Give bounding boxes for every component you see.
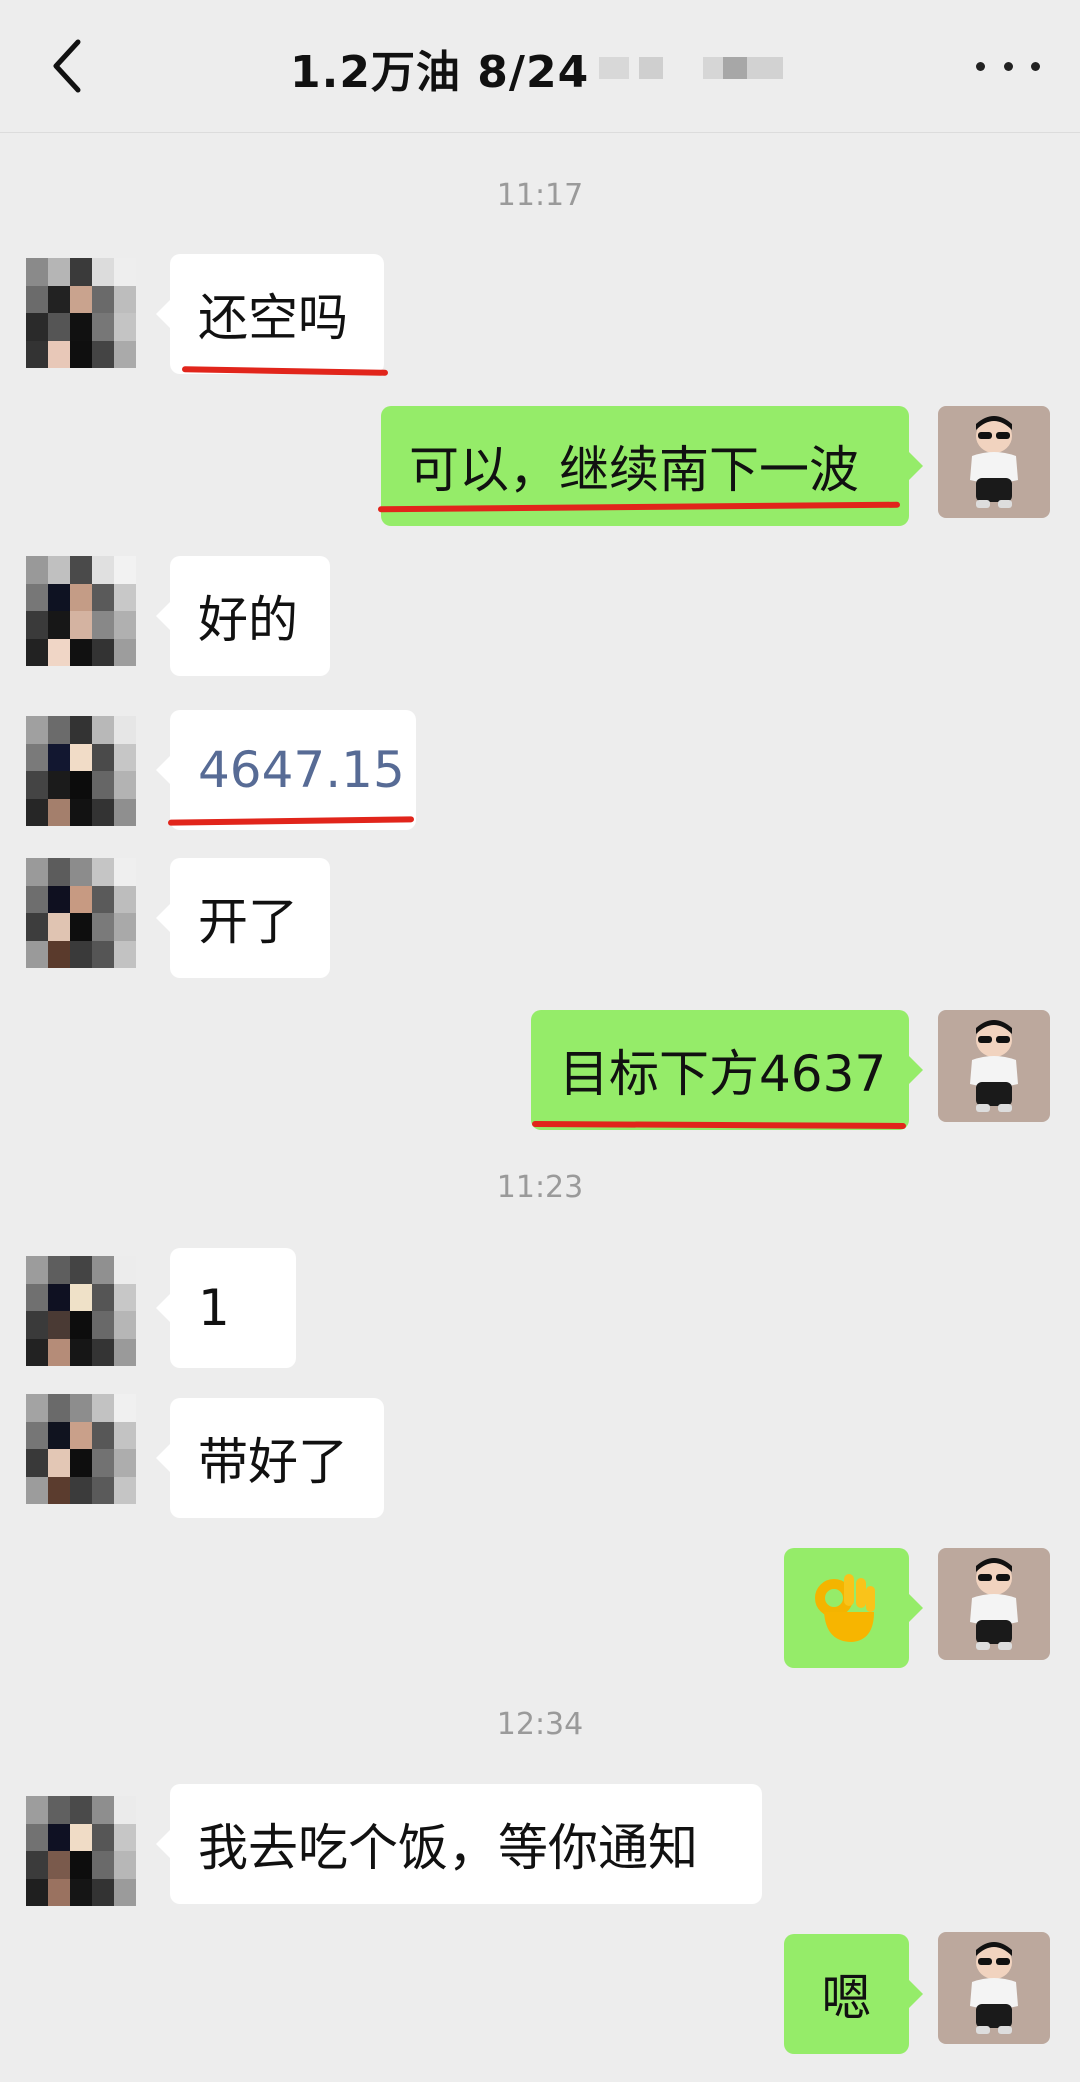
received-message-number[interactable]: 4647.15 bbox=[156, 710, 416, 830]
timestamp: 11:23 bbox=[496, 1170, 584, 1205]
back-button[interactable] bbox=[40, 36, 100, 96]
sent-message-emoji[interactable] bbox=[784, 1548, 923, 1668]
more-button[interactable] bbox=[976, 44, 1040, 88]
ellipsis-icon bbox=[976, 61, 985, 71]
contact-avatar[interactable] bbox=[26, 258, 136, 368]
chat-title-area: 1.2万油 8/24 bbox=[290, 36, 784, 100]
sent-message[interactable]: 嗯 bbox=[784, 1934, 923, 2054]
self-avatar[interactable] bbox=[938, 1932, 1050, 2044]
chat-title: 1.2万油 8/24 bbox=[290, 47, 590, 98]
self-avatar[interactable] bbox=[938, 406, 1050, 518]
received-message[interactable]: 还空吗 bbox=[156, 254, 384, 374]
received-message[interactable]: 开了 bbox=[156, 858, 330, 978]
cartoon-character-icon bbox=[970, 1942, 1018, 2034]
received-message[interactable]: 带好了 bbox=[156, 1398, 384, 1518]
chevron-left-icon bbox=[53, 39, 81, 93]
self-avatar[interactable] bbox=[938, 1010, 1050, 1122]
contact-avatar[interactable] bbox=[26, 1394, 136, 1504]
cartoon-character-icon bbox=[970, 416, 1018, 508]
timestamp: 11:17 bbox=[496, 178, 584, 213]
received-message[interactable]: 1 bbox=[156, 1248, 296, 1368]
chat-header: 1.2万油 8/24 bbox=[0, 0, 1080, 133]
redacted-block bbox=[703, 57, 784, 79]
redacted-block bbox=[599, 57, 630, 79]
cartoon-character-icon bbox=[970, 1558, 1018, 1650]
sent-message[interactable]: 目标下方4637 bbox=[531, 1010, 923, 1130]
self-avatar[interactable] bbox=[938, 1548, 1050, 1660]
contact-avatar[interactable] bbox=[26, 858, 136, 968]
cartoon-character-icon bbox=[970, 1020, 1018, 1112]
received-message[interactable]: 好的 bbox=[156, 556, 330, 676]
contact-avatar[interactable] bbox=[26, 716, 136, 826]
received-message[interactable]: 我去吃个饭，等你通知 bbox=[156, 1784, 762, 1904]
contact-avatar[interactable] bbox=[26, 1256, 136, 1366]
timestamp: 12:34 bbox=[496, 1707, 584, 1742]
redacted-block bbox=[639, 57, 664, 79]
contact-avatar[interactable] bbox=[26, 1796, 136, 1906]
ok-hand-emoji-icon bbox=[814, 1574, 875, 1642]
contact-avatar[interactable] bbox=[26, 556, 136, 666]
